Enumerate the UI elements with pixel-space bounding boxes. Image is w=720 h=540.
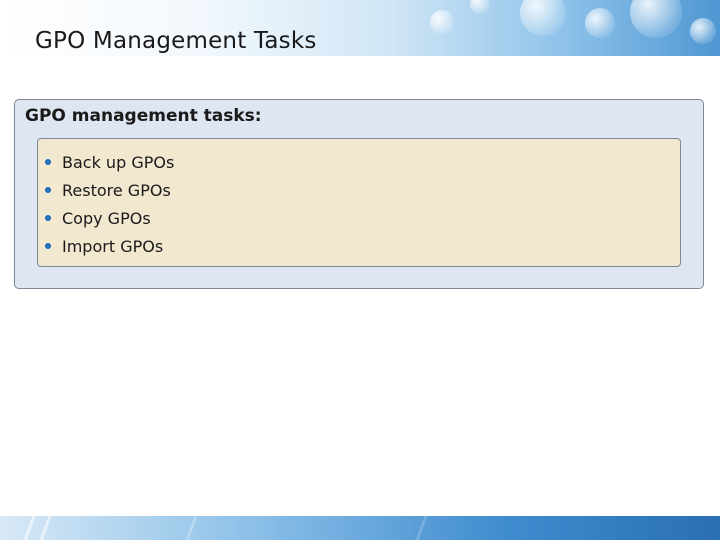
- decorative-bubble: [690, 18, 716, 44]
- tasks-panel: GPO management tasks: Back up GPOs Resto…: [14, 99, 704, 289]
- list-item: Import GPOs: [44, 232, 174, 260]
- list-item: Restore GPOs: [44, 176, 174, 204]
- bullet-dot-icon: [45, 243, 51, 249]
- decorative-streak: [185, 516, 198, 540]
- slide-title: GPO Management Tasks: [35, 28, 317, 54]
- bullet-dot-icon: [45, 215, 51, 221]
- footer-banner: [0, 516, 720, 540]
- list-item-label: Copy GPOs: [62, 208, 151, 228]
- decorative-bubble: [470, 0, 490, 14]
- list-item-label: Import GPOs: [62, 236, 164, 256]
- list-item-label: Restore GPOs: [62, 180, 171, 200]
- decorative-bubble: [585, 8, 615, 38]
- list-item-label: Back up GPOs: [62, 152, 175, 172]
- panel-heading: GPO management tasks:: [25, 106, 262, 126]
- decorative-streak: [415, 516, 428, 540]
- list-item: Back up GPOs: [44, 148, 174, 176]
- decorative-bubble: [520, 0, 566, 36]
- decorative-streak: [39, 516, 52, 540]
- decorative-streak: [23, 516, 36, 540]
- bullet-dot-icon: [45, 187, 51, 193]
- list-item: Copy GPOs: [44, 204, 174, 232]
- decorative-bubble: [430, 10, 454, 34]
- bullet-dot-icon: [45, 159, 51, 165]
- tasks-list-box: Back up GPOs Restore GPOs Copy GPOs Impo…: [37, 138, 681, 267]
- decorative-bubble: [630, 0, 682, 38]
- tasks-list: Back up GPOs Restore GPOs Copy GPOs Impo…: [44, 148, 174, 260]
